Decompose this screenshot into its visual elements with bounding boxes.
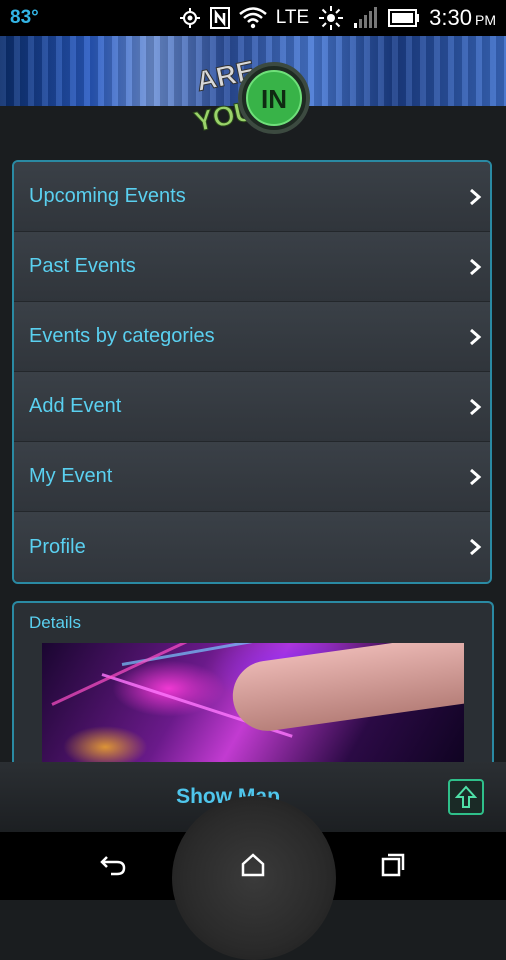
logo-badge-text: IN [261, 84, 287, 114]
network-type: LTE [275, 7, 310, 28]
event-image[interactable] [42, 643, 464, 773]
status-icons: LTE 3:30 PM [179, 0, 496, 36]
clock: 3:30 PM [429, 5, 496, 31]
chevron-right-icon [470, 328, 482, 345]
wifi-icon [238, 7, 267, 29]
brightness-icon [318, 5, 344, 31]
menu-item-past-events[interactable]: Past Events [14, 232, 490, 302]
status-bar: 83° LTE 3:30 PM [0, 0, 506, 36]
app-logo: ARE YOU IN [191, 36, 312, 148]
home-button[interactable] [238, 850, 268, 880]
chevron-right-icon [470, 258, 482, 275]
scroll-up-button[interactable] [448, 779, 484, 815]
menu-item-upcoming-events[interactable]: Upcoming Events [14, 162, 490, 232]
chevron-right-icon [470, 538, 482, 556]
navigation-bar [0, 796, 506, 960]
menu-item-label: My Event [29, 465, 113, 487]
temperature-text: 83° [10, 7, 39, 28]
menu-item-add-event[interactable]: Add Event [14, 372, 490, 442]
back-button[interactable] [98, 850, 128, 880]
menu-item-label: Upcoming Events [29, 185, 186, 207]
chevron-right-icon [470, 398, 482, 415]
clock-ampm: PM [475, 12, 496, 28]
clock-time: 3:30 [429, 5, 472, 30]
recent-apps-button[interactable] [378, 850, 408, 880]
details-title: Details [29, 613, 81, 632]
home-icon [241, 853, 265, 877]
signal-icon [353, 7, 379, 29]
menu-item-my-event[interactable]: My Event [14, 442, 490, 512]
battery-icon [388, 9, 420, 27]
menu-item-label: Add Event [29, 395, 122, 417]
recent-apps-icon [381, 853, 405, 877]
gps-icon [179, 7, 201, 29]
menu-item-label: Past Events [29, 255, 136, 277]
menu-item-events-by-categories[interactable]: Events by categories [14, 302, 490, 372]
back-icon [100, 856, 126, 876]
menu-item-label: Events by categories [29, 325, 215, 347]
menu-item-label: Profile [29, 535, 86, 558]
arrow-up-icon [455, 785, 477, 808]
chevron-right-icon [470, 188, 482, 205]
chevron-right-icon [470, 468, 482, 485]
main-menu: Upcoming Events Past Events Events by ca… [12, 160, 492, 584]
nfc-icon [209, 7, 230, 29]
menu-item-profile[interactable]: Profile [14, 512, 490, 582]
